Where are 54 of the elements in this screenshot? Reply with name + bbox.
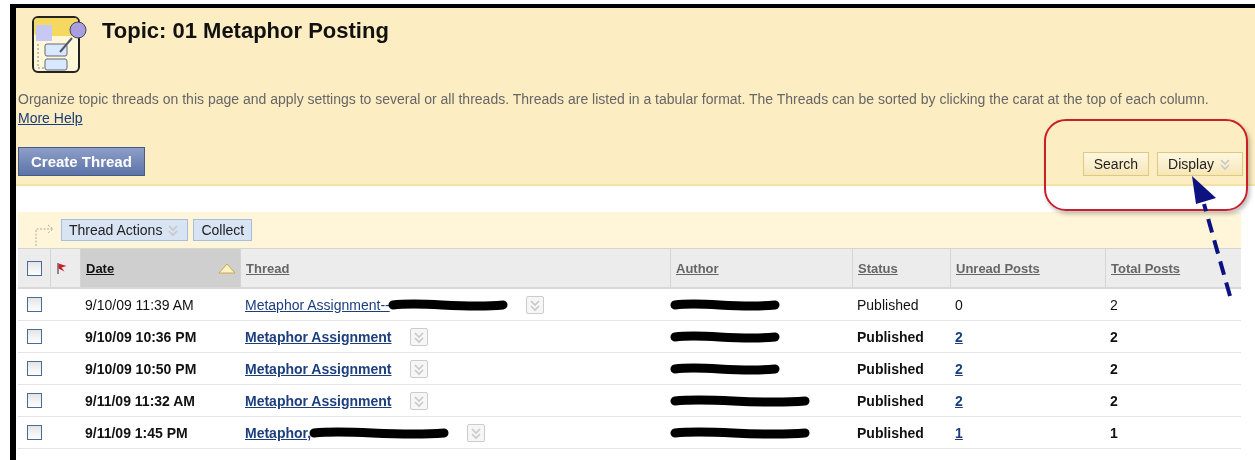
status-text: Published <box>857 360 924 377</box>
unread-posts-link[interactable]: 2 <box>955 392 963 409</box>
row-checkbox[interactable] <box>26 361 42 376</box>
display-menu-button[interactable]: Display <box>1157 152 1243 176</box>
row-checkbox[interactable] <box>26 393 42 408</box>
row-checkbox[interactable] <box>26 329 42 344</box>
total-posts-count: 2 <box>1110 328 1118 345</box>
status-text: Published <box>857 424 924 441</box>
thread-link[interactable]: Metaphor Assignment-- <box>245 296 508 313</box>
total-posts-count: 2 <box>1110 360 1118 377</box>
unread-posts-link[interactable]: 2 <box>955 360 963 377</box>
column-header[interactable]: Date <box>80 249 240 287</box>
total-posts-count: 2 <box>1110 392 1118 409</box>
thread-link[interactable]: Metaphor Assignment <box>245 360 392 377</box>
double-chevron-icon <box>411 393 426 408</box>
column-header[interactable]: Unread Posts <box>950 249 1105 287</box>
more-help-link[interactable]: More Help <box>18 110 83 126</box>
date-text: 9/10/09 10:50 PM <box>85 360 197 377</box>
unread-posts-link[interactable]: 1 <box>955 424 963 441</box>
unread-posts-link[interactable]: 2 <box>955 328 963 345</box>
date-text: 9/11/09 11:32 AM <box>85 392 195 409</box>
date-text: 9/11/09 1:45 PM <box>85 424 188 441</box>
status-text: Published <box>857 328 924 345</box>
row-checkbox[interactable] <box>26 425 42 440</box>
thread-actions-menu-button[interactable]: Thread Actions <box>61 219 189 241</box>
column-header[interactable]: Thread <box>240 249 670 287</box>
collect-button[interactable]: Collect <box>193 219 253 241</box>
date-text: 9/10/09 11:39 AM <box>85 296 194 313</box>
column-header[interactable]: Total Posts <box>1105 249 1241 287</box>
thread-link[interactable]: Metaphor Assignment <box>245 328 392 345</box>
total-posts-count: 2 <box>1110 296 1118 313</box>
sort-ascending-icon <box>218 262 236 274</box>
page-title: Topic: 01 Metaphor Posting <box>102 18 389 44</box>
double-chevron-icon <box>1218 157 1232 171</box>
double-chevron-icon <box>166 223 181 237</box>
status-text: Published <box>857 296 919 313</box>
thread-link[interactable]: Metaphor Assignment <box>245 392 392 409</box>
search-button[interactable]: Search <box>1082 152 1150 176</box>
row-checkbox[interactable] <box>26 297 42 312</box>
column-header[interactable]: Status <box>852 249 950 287</box>
double-chevron-icon <box>469 425 484 440</box>
double-chevron-icon <box>411 329 426 344</box>
column-header[interactable]: Author <box>670 249 852 287</box>
create-thread-button[interactable]: Create Thread <box>18 146 145 176</box>
flag-icon <box>56 262 68 274</box>
date-text: 9/10/09 10:36 PM <box>85 328 197 345</box>
total-posts-count: 1 <box>1110 424 1118 441</box>
thread-link[interactable]: Metaphor, <box>245 424 450 441</box>
status-text: Published <box>857 392 924 409</box>
unread-posts-count: 0 <box>955 296 963 313</box>
select-all-checkbox[interactable] <box>26 260 42 276</box>
double-chevron-icon <box>527 297 542 312</box>
page-description: Organize topic threads on this page and apply settings to several or all threads. Threads are listed in a tabular format. The Threads can be sorted by clicking the carat at the top of each column. More Help <box>18 90 1210 128</box>
double-chevron-icon <box>411 361 426 376</box>
